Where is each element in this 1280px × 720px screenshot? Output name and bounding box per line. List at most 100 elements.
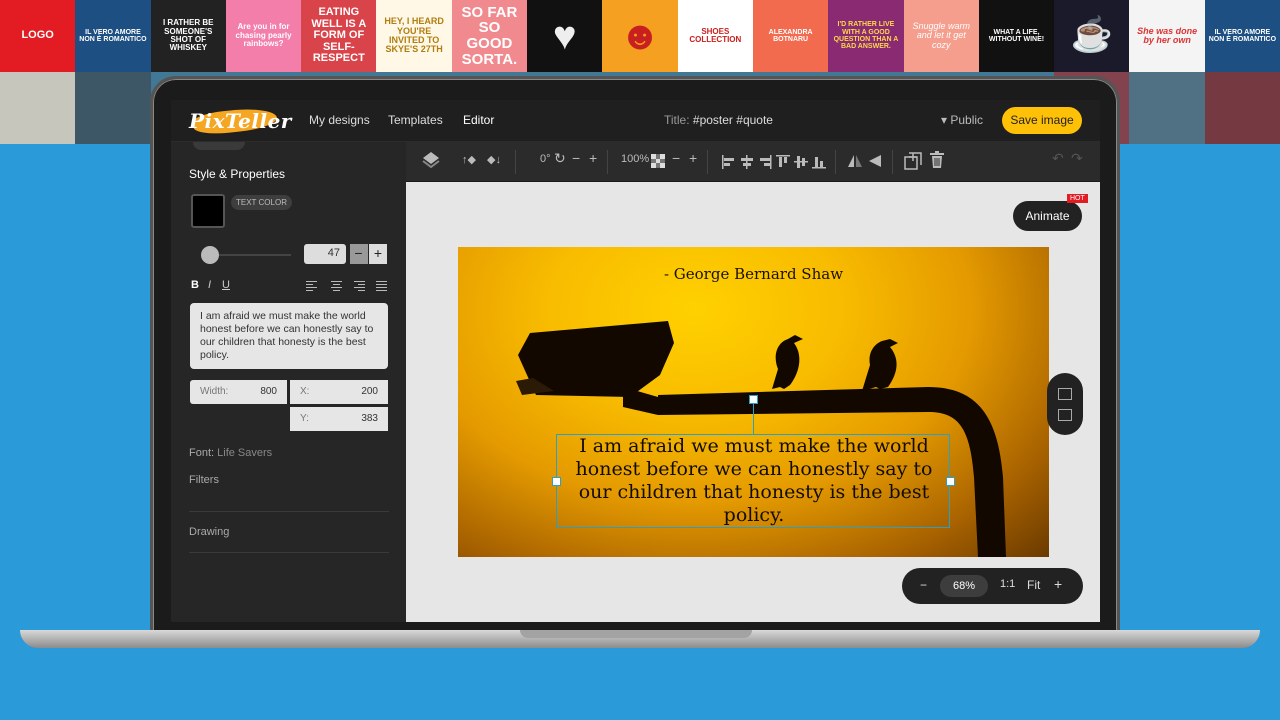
text-content-input[interactable]: I am afraid we must make the world hones… bbox=[190, 303, 388, 369]
font-size-slider-track[interactable] bbox=[211, 254, 291, 256]
bg-tile: LOGO bbox=[0, 0, 76, 72]
font-size-decrease-button[interactable]: − bbox=[350, 244, 368, 264]
title-value[interactable]: #poster #quote bbox=[693, 113, 773, 127]
rotate-icon[interactable]: ↻ bbox=[554, 150, 566, 167]
toolbar-separator bbox=[892, 150, 893, 174]
bg-tile: SO FAR SO GOOD SORTA. bbox=[451, 0, 528, 72]
editor-toolbar: ↑◆ ◆↓ 0° ↻ − + 100% − + ↶ ↷ bbox=[406, 142, 1100, 182]
x-value[interactable]: 200 bbox=[361, 386, 378, 397]
align-right-edge-icon[interactable] bbox=[758, 155, 772, 169]
align-left-icon[interactable] bbox=[306, 281, 317, 293]
align-justify-icon[interactable] bbox=[376, 281, 387, 293]
y-position-field[interactable]: Y: 383 bbox=[290, 407, 388, 431]
rotation-handle[interactable] bbox=[749, 395, 758, 404]
font-size-input[interactable]: 47 bbox=[304, 244, 346, 264]
y-value[interactable]: 383 bbox=[361, 413, 378, 424]
bg-tile bbox=[75, 72, 151, 144]
visibility-dropdown[interactable]: ▾ Public bbox=[941, 113, 983, 127]
width-value[interactable]: 800 bbox=[260, 386, 277, 397]
nav-my-designs[interactable]: My designs bbox=[309, 113, 370, 127]
nav-editor[interactable]: Editor bbox=[463, 113, 494, 127]
redo-icon[interactable]: ↷ bbox=[1071, 150, 1083, 167]
bg-tile: IL VERO AMORE NON È ROMANTICO bbox=[1204, 0, 1280, 72]
width-field[interactable]: Width: 800 bbox=[190, 380, 287, 404]
side-tools-panel bbox=[1047, 373, 1083, 435]
zoom-actual-size-button[interactable]: 1:1 bbox=[1000, 578, 1015, 590]
text-color-label[interactable]: TEXT COLOR bbox=[231, 195, 292, 210]
italic-button[interactable]: I bbox=[208, 279, 211, 291]
quote-text[interactable]: I am afraid we must make the world hones… bbox=[557, 435, 951, 527]
bg-tile: ☻ bbox=[602, 0, 678, 72]
bg-tile bbox=[1204, 72, 1280, 144]
text-color-swatch[interactable] bbox=[191, 194, 225, 228]
opacity-plus-button[interactable]: + bbox=[689, 150, 697, 166]
flip-horizontal-icon[interactable] bbox=[847, 154, 863, 168]
opacity-value[interactable]: 100% bbox=[621, 153, 649, 165]
y-label: Y: bbox=[300, 413, 309, 424]
bg-tile bbox=[0, 72, 76, 144]
align-horizontal-center-icon[interactable] bbox=[740, 155, 754, 169]
add-element-icon[interactable] bbox=[1058, 388, 1072, 400]
align-right-icon[interactable] bbox=[354, 281, 365, 293]
add-page-icon[interactable] bbox=[1058, 409, 1072, 421]
zoom-out-button[interactable]: − bbox=[920, 578, 927, 592]
font-selector[interactable]: Font: Life Savers bbox=[189, 447, 272, 459]
trash-icon[interactable] bbox=[929, 151, 945, 169]
section-divider bbox=[189, 511, 389, 512]
toolbar-separator bbox=[835, 150, 836, 174]
width-label: Width: bbox=[200, 386, 229, 397]
title-label: Title: bbox=[664, 113, 690, 127]
rotation-plus-button[interactable]: + bbox=[589, 150, 597, 166]
opacity-minus-button[interactable]: − bbox=[672, 150, 680, 166]
align-bottom-edge-icon[interactable] bbox=[812, 155, 826, 169]
bg-tile: HEY, I HEARD YOU'RE INVITED TO SKYE'S 27… bbox=[376, 0, 452, 72]
pixteller-logo[interactable]: PixTeller bbox=[187, 105, 291, 137]
design-title[interactable]: Title: #poster #quote bbox=[664, 113, 773, 127]
bring-forward-icon[interactable]: ↑◆ bbox=[462, 153, 476, 166]
zoom-level[interactable]: 68% bbox=[940, 575, 988, 597]
bg-tile: IL VERO AMORE NON È ROMANTICO bbox=[75, 0, 151, 72]
nav-templates[interactable]: Templates bbox=[388, 113, 443, 127]
font-size-slider-handle[interactable] bbox=[201, 246, 219, 264]
panel-tab[interactable] bbox=[193, 142, 245, 150]
hot-badge: HOT bbox=[1067, 194, 1088, 203]
x-position-field[interactable]: X: 200 bbox=[290, 380, 388, 404]
rotation-minus-button[interactable]: − bbox=[572, 150, 580, 166]
align-center-icon[interactable] bbox=[331, 281, 342, 293]
save-image-button[interactable]: Save image bbox=[1002, 107, 1082, 134]
toolbar-separator bbox=[707, 150, 708, 174]
send-backward-icon[interactable]: ◆↓ bbox=[487, 153, 501, 166]
align-vertical-center-icon[interactable] bbox=[794, 155, 808, 169]
bg-tile: Are you in for chasing pearly rainbows? bbox=[225, 0, 302, 72]
bg-tile: She was done by her own bbox=[1129, 0, 1205, 72]
author-text[interactable]: - George Bernard Shaw bbox=[458, 265, 1049, 283]
layers-icon[interactable] bbox=[422, 151, 440, 171]
font-size-increase-button[interactable]: + bbox=[369, 244, 387, 264]
filters-section[interactable]: Filters bbox=[189, 474, 219, 486]
transparency-icon[interactable] bbox=[651, 154, 665, 168]
flip-vertical-icon[interactable] bbox=[868, 154, 882, 168]
undo-icon[interactable]: ↶ bbox=[1052, 150, 1064, 167]
bg-tile: SHOES COLLECTION bbox=[677, 0, 753, 72]
top-navbar: PixTeller My designs Templates Editor Ti… bbox=[171, 100, 1100, 142]
bold-button[interactable]: B bbox=[191, 279, 199, 291]
align-left-edge-icon[interactable] bbox=[722, 155, 736, 169]
bg-tile: ALEXANDRA BOTNARU bbox=[752, 0, 829, 72]
rotation-value[interactable]: 0° bbox=[540, 153, 551, 165]
drawing-section[interactable]: Drawing bbox=[189, 526, 229, 538]
align-top-edge-icon[interactable] bbox=[776, 155, 790, 169]
zoom-fit-button[interactable]: Fit bbox=[1027, 578, 1040, 592]
bg-tile bbox=[1129, 72, 1205, 144]
duplicate-icon[interactable] bbox=[904, 152, 922, 170]
underline-button[interactable]: U bbox=[222, 279, 230, 291]
design-canvas[interactable]: - George Bernard Shaw I am afraid we mus… bbox=[458, 247, 1049, 557]
bg-tile: I'D RATHER LIVE WITH A GOOD QUESTION THA… bbox=[828, 0, 904, 72]
canvas-workspace: Animate HOT - George Bernard Shaw I am a… bbox=[406, 182, 1100, 622]
editor-screen: PixTeller My designs Templates Editor Ti… bbox=[171, 100, 1100, 622]
toolbar-separator bbox=[515, 150, 516, 174]
font-label: Font: bbox=[189, 447, 215, 459]
font-value[interactable]: Life Savers bbox=[217, 447, 272, 459]
zoom-in-button[interactable]: + bbox=[1054, 576, 1062, 592]
bg-tile: ☕ bbox=[1054, 0, 1130, 72]
animate-button[interactable]: Animate bbox=[1013, 201, 1082, 231]
